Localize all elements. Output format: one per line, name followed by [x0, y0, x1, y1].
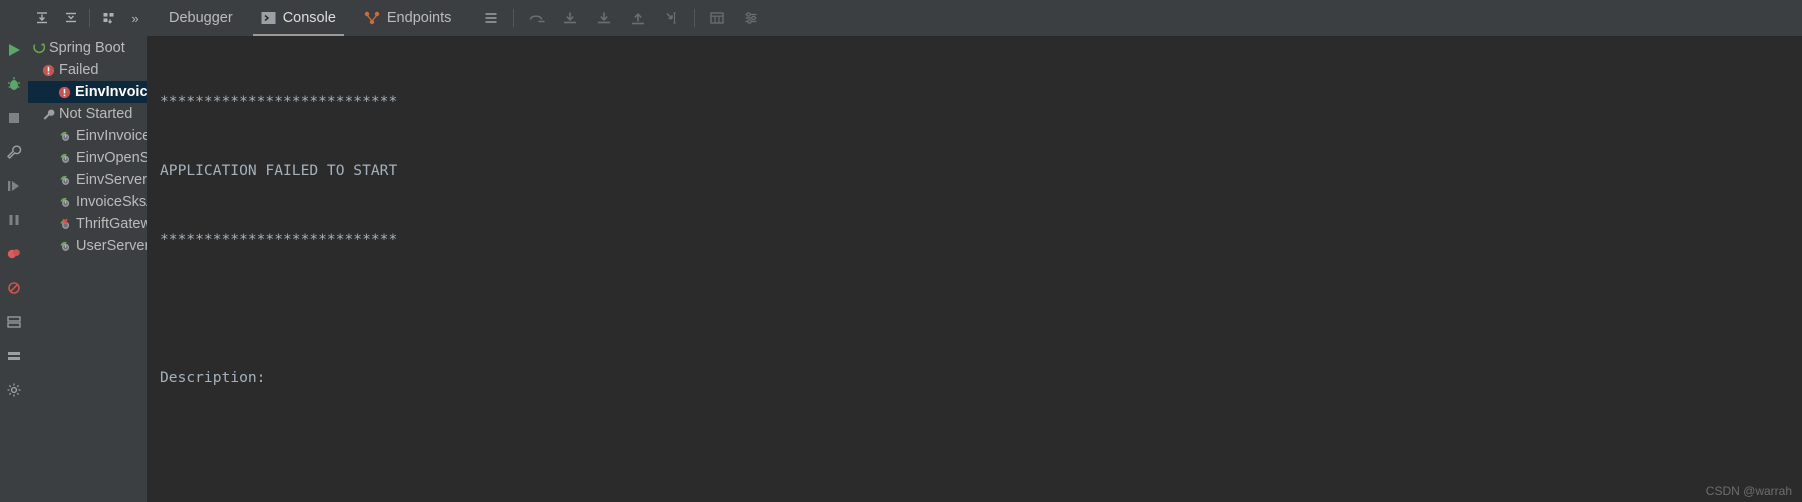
run-configurations-toolbar: » — [28, 0, 147, 36]
tree-item-thrift-gatewa-label: ThriftGatewa — [76, 216, 147, 232]
springboot-error-icon — [58, 218, 72, 231]
threads-icon[interactable] — [4, 346, 24, 366]
tree-group-not-started-label: Not Started — [59, 106, 133, 122]
tree-item-invoice-sks-ap-label: InvoiceSksAp — [76, 194, 147, 210]
tab-debugger-label: Debugger — [169, 10, 233, 26]
watermark: CSDN @warrah — [1705, 484, 1792, 498]
tree-item-einv-open-ser-label: EinvOpenSer — [76, 150, 147, 166]
tree-item-einv-open-ser[interactable]: EinvOpenSer — [28, 147, 147, 169]
springboot-icon — [58, 130, 72, 143]
tree-item-einv-invoice-s[interactable]: EinvInvoiceS — [28, 81, 147, 103]
console-line: *************************** — [160, 231, 398, 248]
tree-group-failed[interactable]: Failed — [28, 59, 147, 81]
ide-run-window: » Debugger Console Endpoints Spring Boot… — [0, 0, 1802, 502]
tree-item-einv-server-ap-label: EinvServerAp — [76, 172, 147, 188]
run-configurations-tree[interactable]: Spring Boot Failed EinvInvoic Not Starte… — [28, 36, 148, 502]
mute-breakpoints-icon[interactable] — [4, 278, 24, 298]
console-line: Description: — [160, 369, 266, 386]
springboot-icon — [58, 196, 72, 209]
run-actions-sidebar — [0, 36, 28, 502]
tree-item-user-server-ap[interactable]: UserServerAp — [28, 235, 147, 257]
soft-wrap-icon[interactable] — [475, 3, 507, 33]
console-output: *************************** APPLICATION … — [148, 36, 1802, 502]
tree-root-spring-boot[interactable]: Spring Boot — [28, 37, 147, 59]
tree-item-user-server-ap-label: UserServerAp — [76, 238, 147, 254]
error-icon — [58, 86, 71, 99]
left-gutter-top — [0, 0, 28, 36]
group-runs-icon[interactable] — [94, 3, 123, 33]
tab-endpoints[interactable]: Endpoints — [350, 0, 466, 36]
tree-item-invoice-sks-ap[interactable]: InvoiceSksAp — [28, 191, 147, 213]
wrench-icon[interactable] — [4, 142, 24, 162]
run-to-cursor-icon[interactable] — [656, 3, 688, 33]
toolbar-separator-2 — [513, 9, 515, 27]
force-step-into-icon[interactable] — [588, 3, 620, 33]
step-over-icon[interactable] — [520, 3, 552, 33]
spring-icon — [32, 42, 45, 55]
evaluate-expression-icon[interactable] — [701, 3, 733, 33]
pause-icon[interactable] — [4, 210, 24, 230]
tab-console[interactable]: Console — [247, 0, 350, 36]
tree-item-einv-invoice-ex[interactable]: EinvInvoiceEx — [28, 125, 147, 147]
springboot-icon — [58, 152, 72, 165]
tree-group-failed-label: Failed — [59, 62, 99, 78]
console-line: *************************** — [160, 93, 398, 110]
tab-endpoints-label: Endpoints — [386, 10, 452, 26]
tab-bar: Debugger Console Endpoints — [147, 0, 1802, 36]
toolbar-separator-3 — [694, 9, 696, 27]
main-row: Spring Boot Failed EinvInvoic Not Starte… — [0, 36, 1802, 502]
step-out-icon[interactable] — [622, 3, 654, 33]
gear-icon[interactable] — [4, 380, 24, 400]
springboot-icon — [58, 240, 72, 253]
console-toolbar — [465, 3, 767, 33]
resume-icon[interactable] — [4, 176, 24, 196]
tree-item-einv-invoice-s-label: EinvInvoiceS — [75, 84, 148, 100]
expand-all-icon[interactable] — [28, 3, 57, 33]
collapse-all-icon[interactable] — [57, 3, 86, 33]
endpoints-icon — [364, 11, 380, 25]
tree-item-einv-server-ap[interactable]: EinvServerAp — [28, 169, 147, 191]
frames-icon[interactable] — [4, 312, 24, 332]
console-panel[interactable]: *************************** APPLICATION … — [148, 36, 1802, 502]
springboot-icon — [58, 174, 72, 187]
error-icon — [42, 64, 55, 77]
settings-icon[interactable] — [735, 3, 767, 33]
top-toolbar-row: » Debugger Console Endpoints — [0, 0, 1802, 36]
tab-console-label: Console — [282, 10, 336, 26]
toolbar-overflow-button[interactable]: » — [123, 11, 147, 26]
console-line: APPLICATION FAILED TO START — [160, 162, 398, 179]
console-icon — [261, 11, 276, 25]
stop-icon[interactable] — [4, 108, 24, 128]
tree-group-not-started[interactable]: Not Started — [28, 103, 147, 125]
view-breakpoints-icon[interactable] — [4, 244, 24, 264]
tab-debugger[interactable]: Debugger — [155, 0, 247, 36]
wrench-icon — [42, 108, 55, 121]
toolbar-separator — [89, 9, 91, 27]
tree-item-thrift-gatewa[interactable]: ThriftGatewa — [28, 213, 147, 235]
run-icon[interactable] — [4, 40, 24, 60]
tree-root-label: Spring Boot — [49, 40, 125, 56]
step-into-icon[interactable] — [554, 3, 586, 33]
debug-icon[interactable] — [4, 74, 24, 94]
tree-item-einv-invoice-ex-label: EinvInvoiceEx — [76, 128, 147, 144]
